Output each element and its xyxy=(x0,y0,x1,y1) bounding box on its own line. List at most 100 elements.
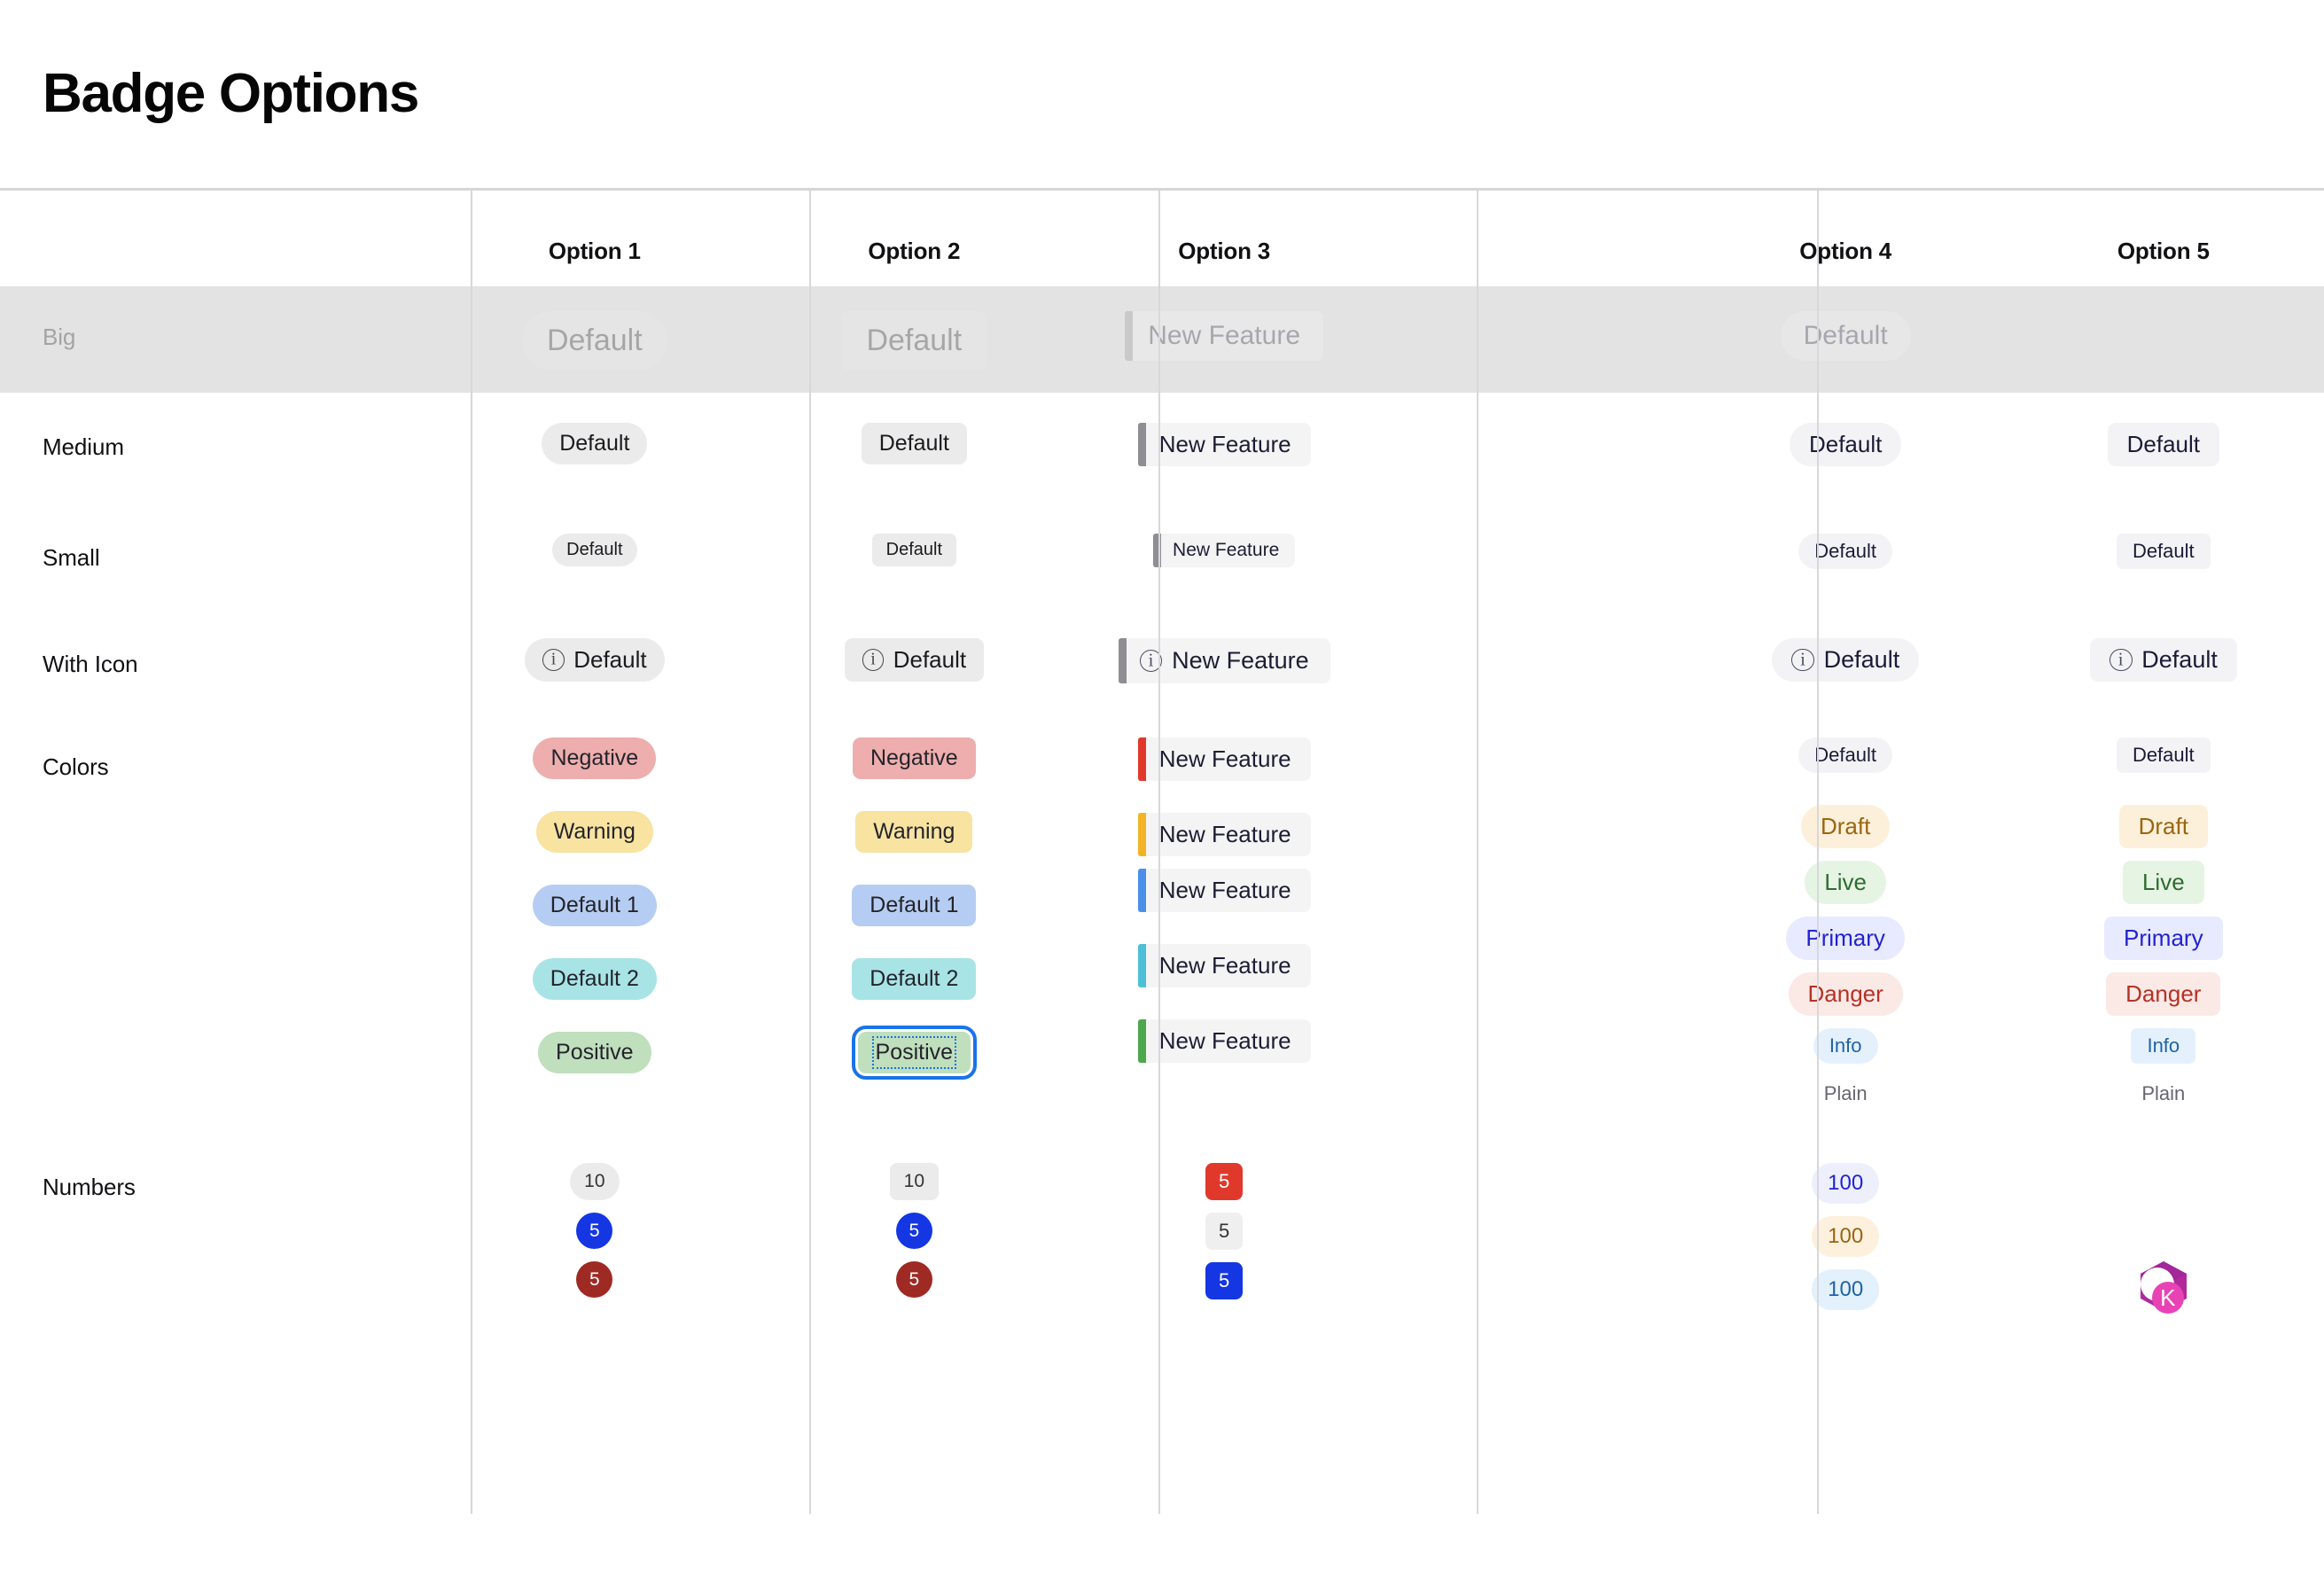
cell-medium-option-5: Default xyxy=(2003,393,2324,502)
badge-number-100-amber-o4[interactable]: 100 xyxy=(1812,1216,1880,1257)
page-header: Badge Options xyxy=(0,0,2324,188)
badge-color-info-o4[interactable]: Info xyxy=(1813,1028,1878,1064)
badge-number-5-red-o3[interactable]: 5 xyxy=(1205,1163,1244,1200)
badge-number-5-blue-o2[interactable]: 5 xyxy=(895,1213,932,1249)
badge-big-default-o2[interactable]: Default xyxy=(841,311,987,371)
badge-small-default-o2[interactable]: Default xyxy=(871,534,956,566)
badge-color-plain-o4[interactable]: Plain xyxy=(1808,1076,1883,1112)
badge-number-5-blue-o1[interactable]: 5 xyxy=(576,1213,613,1249)
cell-with-icon-option-4: i Default xyxy=(1688,608,2003,716)
badge-color-primary-o4[interactable]: Primary xyxy=(1786,917,1905,960)
badge-big-default-o4[interactable]: Default xyxy=(1780,311,1911,361)
badge-color-cyan-o3[interactable]: New Feature xyxy=(1137,944,1311,987)
badge-medium-default-o2[interactable]: Default xyxy=(861,423,967,464)
badge-small-new-feature-o3[interactable]: New Feature xyxy=(1153,534,1296,567)
badge-small-default-o5[interactable]: Default xyxy=(2116,534,2211,569)
badge-color-positive-o1[interactable]: Positive xyxy=(538,1032,651,1073)
badge-color-draft-o4[interactable]: Draft xyxy=(1800,805,1891,848)
column-title-option-5: Option 5 xyxy=(2117,238,2210,264)
cell-colors-option-5: Default Draft Live Primary Danger Info P… xyxy=(2003,716,2324,1142)
row-label-cell-big: Big xyxy=(0,286,437,393)
badge-color-live-o4[interactable]: Live xyxy=(1805,861,1887,904)
badge-color-primary-o5[interactable]: Primary xyxy=(2104,917,2223,960)
cell-medium-option-3: New Feature xyxy=(1076,393,1372,502)
header-cell-option-1: Option 1 xyxy=(437,191,752,286)
cell-numbers-empty xyxy=(1372,1142,1688,1514)
badge-color-default1-o2[interactable]: Default 1 xyxy=(852,885,977,926)
cell-colors-option-3: New Feature New Feature New Feature New … xyxy=(1076,716,1372,1142)
badge-with-icon-default-o2[interactable]: i Default xyxy=(844,638,985,682)
table-row-medium[interactable]: Medium Default Default New Feature Defau… xyxy=(0,393,2324,502)
badge-number-100-cyan-o4[interactable]: 100 xyxy=(1812,1269,1880,1310)
cell-big-option-1: Default xyxy=(437,286,752,393)
badge-big-default-o1[interactable]: Default xyxy=(521,311,667,371)
table-row-small[interactable]: Small Default Default New Feature Defaul… xyxy=(0,502,2324,608)
cell-numbers-option-2: 10 5 5 xyxy=(752,1142,1076,1514)
badge-color-green-o3[interactable]: New Feature xyxy=(1137,1019,1311,1063)
cell-small-empty xyxy=(1372,502,1688,608)
avatar-initial: K xyxy=(2160,1283,2176,1311)
badge-with-icon-new-feature-o3[interactable]: i New Feature xyxy=(1118,638,1330,683)
cell-small-option-4: Default xyxy=(1688,502,2003,608)
badge-medium-new-feature-o3[interactable]: New Feature xyxy=(1137,423,1311,466)
badge-color-positive-o2-focused[interactable]: Positive xyxy=(851,1026,978,1080)
badge-number-5-crimson-o1[interactable]: 5 xyxy=(576,1261,613,1298)
column-title-option-3: Option 3 xyxy=(1178,238,1271,264)
badge-with-icon-default-o1[interactable]: i Default xyxy=(525,638,665,682)
cell-small-option-3: New Feature xyxy=(1076,502,1372,608)
cell-small-option-1: Default xyxy=(437,502,752,608)
badge-with-icon-default-o4[interactable]: i Default xyxy=(1772,638,1920,682)
table-row-colors[interactable]: Colors Negative Warning Default 1 Defaul… xyxy=(0,716,2324,1142)
badge-color-draft-o5[interactable]: Draft xyxy=(2118,805,2208,848)
header-cell-option-3: Option 3 xyxy=(1076,191,1372,286)
badge-medium-default-o4[interactable]: Default xyxy=(1789,423,1902,466)
badge-color-warning-o1[interactable]: Warning xyxy=(535,811,653,853)
badge-color-negative-o1[interactable]: Negative xyxy=(533,737,657,779)
badge-color-red-o3[interactable]: New Feature xyxy=(1137,737,1311,781)
cell-big-option-4: Default xyxy=(1688,286,2003,393)
badge-with-icon-default-o5[interactable]: i Default xyxy=(2089,638,2237,682)
badge-color-blue-o3[interactable]: New Feature xyxy=(1137,869,1311,912)
badge-color-default2-o1[interactable]: Default 2 xyxy=(532,958,657,1000)
badge-label: Default xyxy=(893,646,967,673)
row-label-cell-with-icon: With Icon xyxy=(0,608,437,716)
badge-number-100-blue-o4[interactable]: 100 xyxy=(1812,1163,1880,1204)
badge-color-plain-o5[interactable]: Plain xyxy=(2125,1076,2201,1112)
badge-medium-default-o5[interactable]: Default xyxy=(2107,423,2219,466)
badge-number-10-o1[interactable]: 10 xyxy=(570,1163,620,1200)
badge-number-10-o2[interactable]: 10 xyxy=(889,1163,939,1200)
badge-color-danger-o5[interactable]: Danger xyxy=(2106,972,2221,1016)
cell-with-icon-option-2: i Default xyxy=(752,608,1076,716)
badge-number-5-crimson-o2[interactable]: 5 xyxy=(895,1261,932,1298)
badge-color-default2-o2[interactable]: Default 2 xyxy=(852,958,977,1000)
badge-color-default-o5[interactable]: Default xyxy=(2116,737,2211,773)
badge-small-default-o4[interactable]: Default xyxy=(1798,534,1893,569)
badge-small-default-o1[interactable]: Default xyxy=(552,534,637,566)
badge-big-new-feature-o3[interactable]: New Feature xyxy=(1125,311,1324,361)
cell-colors-option-4: Default Draft Live Primary Danger Info P… xyxy=(1688,716,2003,1142)
table-row-big[interactable]: Big Default Default New Feature Default xyxy=(0,286,2324,393)
column-title-option-2: Option 2 xyxy=(868,238,961,264)
cell-colors-option-2: Negative Warning Default 1 Default 2 Pos… xyxy=(752,716,1076,1142)
table-row-numbers[interactable]: Numbers 10 5 5 10 5 5 5 5 5 100 100 100 … xyxy=(0,1142,2324,1514)
badge-color-negative-o2[interactable]: Negative xyxy=(852,737,976,779)
cell-medium-empty xyxy=(1372,393,1688,502)
badge-number-5-blue-o3[interactable]: 5 xyxy=(1205,1262,1244,1299)
badge-color-danger-o4[interactable]: Danger xyxy=(1788,972,1903,1016)
badge-options-table: Option 1 Option 2 Option 3 Option 4 Opti… xyxy=(0,188,2324,1514)
badge-label: Default xyxy=(1823,646,1900,673)
badge-number-5-grey-o3[interactable]: 5 xyxy=(1205,1213,1244,1250)
table-header-row: Option 1 Option 2 Option 3 Option 4 Opti… xyxy=(0,191,2324,286)
badge-color-live-o5[interactable]: Live xyxy=(2122,861,2204,904)
badge-color-default1-o1[interactable]: Default 1 xyxy=(532,885,657,926)
badge-color-amber-o3[interactable]: New Feature xyxy=(1137,813,1311,856)
badge-medium-default-o1[interactable]: Default xyxy=(542,423,648,464)
row-label-cell-medium: Medium xyxy=(0,393,437,502)
badge-color-info-o5[interactable]: Info xyxy=(2131,1028,2196,1064)
badge-label: Default xyxy=(2141,646,2218,673)
info-icon: i xyxy=(2109,648,2133,672)
badge-color-default-o4[interactable]: Default xyxy=(1798,737,1893,773)
table-row-with-icon[interactable]: With Icon i Default i Default i New Feat… xyxy=(0,608,2324,716)
avatar-k-logo[interactable]: K xyxy=(2134,1259,2193,1319)
badge-color-warning-o2[interactable]: Warning xyxy=(855,811,973,853)
